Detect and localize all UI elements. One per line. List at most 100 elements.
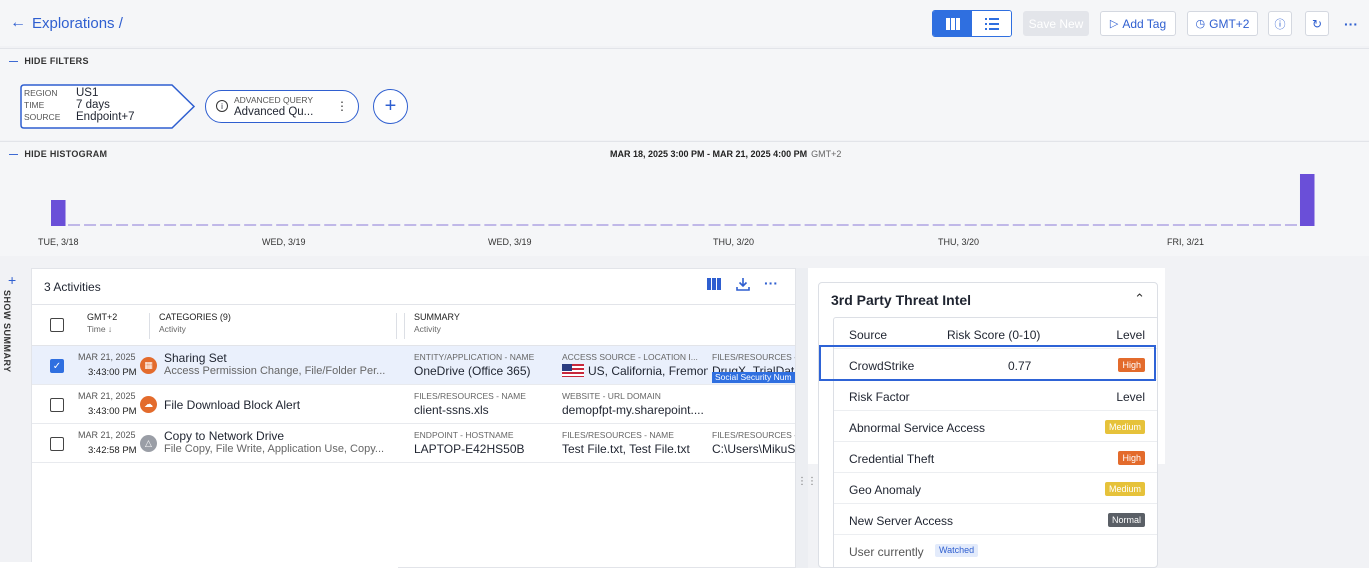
cell-value: Test File.txt, Test File.txt xyxy=(562,442,690,456)
timezone-button[interactable]: ◷ GMT+2 xyxy=(1187,11,1258,36)
network-icon: △ xyxy=(140,435,157,452)
cell-label: ENDPOINT - HOSTNAME xyxy=(414,430,514,440)
histogram-tick: WED, 3/19 xyxy=(262,237,306,247)
advanced-query-label: ADVANCED QUERY xyxy=(234,95,314,105)
row-time: 3:43:00 PM xyxy=(88,406,137,417)
histogram-bar[interactable] xyxy=(51,200,66,226)
back-arrow-icon[interactable]: ← xyxy=(10,14,26,32)
level-header: Level xyxy=(1116,328,1145,342)
table-row[interactable]: ✓ MAR 21, 2025 3:43:00 PM ▦ Sharing Set … xyxy=(32,346,795,385)
cloud-alert-icon: ☁ xyxy=(140,396,157,413)
refresh-button[interactable]: ↻ xyxy=(1305,11,1329,36)
add-tag-button[interactable]: ▷ Add Tag xyxy=(1100,11,1176,36)
chevron-up-icon[interactable]: ⌃ xyxy=(1134,291,1145,307)
risk-factor-row: Abnormal Service Access Medium xyxy=(834,411,1157,442)
risk-factor-header: Risk Factor Level xyxy=(834,380,1157,411)
advanced-query-pill[interactable]: i ADVANCED QUERY Advanced Qu... ⋮ xyxy=(205,90,359,123)
top-bar: ← Explorations / Save New ▷ Add Tag ◷ GM… xyxy=(0,0,1369,46)
table-header: GMT+2 Time ↓ CATEGORIES (9) Activity SUM… xyxy=(32,305,795,346)
activities-panel: 3 Activities ··· GMT+2 Time ↓ CATEGORIES… xyxy=(31,268,796,568)
drag-handle-icon[interactable]: ⋮⋮ xyxy=(797,476,817,487)
time-column-tz: GMT+2 xyxy=(87,312,118,322)
table-row[interactable]: MAR 21, 2025 3:43:00 PM ☁ File Download … xyxy=(32,385,795,424)
summary-cell: ENDPOINT - HOSTNAME LAPTOP-E42HS50B xyxy=(414,430,556,456)
columns-icon[interactable] xyxy=(707,278,721,293)
cell-label: FILES/RESOURCES - xyxy=(712,430,796,440)
cell-value: OneDrive (Office 365) xyxy=(414,364,531,378)
histogram-chart[interactable] xyxy=(0,142,1369,257)
cell-value: C:\Users\MikuSu xyxy=(712,442,796,456)
breadcrumb-label[interactable]: Explorations / xyxy=(32,15,123,32)
timezone-label: GMT+2 xyxy=(1209,16,1250,31)
summary-column-header[interactable]: SUMMARY Activity xyxy=(414,312,460,334)
table-row[interactable]: MAR 21, 2025 3:42:58 PM △ Copy to Networ… xyxy=(32,424,795,463)
advanced-query-value: Advanced Qu... xyxy=(234,106,314,118)
add-tag-label: Add Tag xyxy=(1122,16,1167,31)
categories-column-sub: Activity xyxy=(159,324,186,334)
download-icon[interactable] xyxy=(736,277,750,294)
cell-value: LAPTOP-E42HS50B xyxy=(414,442,525,456)
view-toggle[interactable] xyxy=(932,10,1012,37)
expand-icon[interactable]: + xyxy=(8,272,16,288)
more-menu-button[interactable]: ··· xyxy=(1341,11,1361,36)
filter-value: Endpoint+7 xyxy=(76,111,135,123)
breadcrumb[interactable]: ← Explorations / xyxy=(10,14,123,32)
row-title: File Download Block Alert xyxy=(164,398,301,412)
threat-intel-card: 3rd Party Threat Intel ⌃ Source Risk Sco… xyxy=(818,282,1158,568)
plus-icon: + xyxy=(384,95,397,117)
categories-column-header[interactable]: CATEGORIES (9) Activity xyxy=(159,312,231,334)
summary-cell: ACCESS SOURCE - LOCATION I... US, Califo… xyxy=(562,352,708,378)
cell-label: FILES/RESOURCES - NAME xyxy=(562,430,674,440)
select-all-checkbox[interactable] xyxy=(50,318,64,332)
histogram-bar[interactable] xyxy=(1299,174,1315,226)
cell-label: WEBSITE - URL DOMAIN xyxy=(562,391,661,401)
filter-region: REGION US1 xyxy=(24,87,135,99)
risk-score-header: Risk Score (0-10) xyxy=(947,328,1041,342)
cell-label: FILES/RESOURCES - NAME xyxy=(414,391,526,401)
time-column-label: Time ↓ xyxy=(87,324,113,334)
risk-factor-name: Credential Theft xyxy=(849,452,935,466)
clock-icon: ◷ xyxy=(1195,18,1206,30)
info-icon: ⓘ xyxy=(1274,18,1286,31)
watched-badge: Watched xyxy=(935,544,979,557)
show-summary-tab[interactable]: + SHOW SUMMARY xyxy=(0,268,28,568)
row-subtitle: Access Permission Change, File/Folder Pe… xyxy=(164,365,386,377)
histogram-tick: TUE, 3/18 xyxy=(38,237,79,247)
time-column-header[interactable]: GMT+2 Time ↓ xyxy=(87,312,117,334)
columns-view-icon[interactable] xyxy=(933,11,972,36)
row-date: MAR 21, 2025 xyxy=(78,391,136,401)
cell-label: ENTITY/APPLICATION - NAME xyxy=(414,352,535,362)
row-time: 3:43:00 PM xyxy=(88,367,137,378)
panel-splitter[interactable]: ⋮⋮ xyxy=(796,268,817,568)
list-view-icon[interactable] xyxy=(972,11,1011,36)
info-button[interactable]: ⓘ xyxy=(1268,11,1292,36)
column-divider xyxy=(396,313,397,339)
level-badge: Medium xyxy=(1104,420,1145,434)
summary-cell: FILES/RESOURCES - NAME client-ssns.xls xyxy=(414,391,556,417)
row-checkbox[interactable] xyxy=(50,437,64,451)
filter-key: REGION xyxy=(24,88,58,98)
row-checkbox[interactable]: ✓ xyxy=(50,359,64,373)
row-title: Copy to Network Drive xyxy=(164,429,285,443)
cell-label: FILES/RESOURCES - xyxy=(712,352,796,362)
summary-cell: FILES/RESOURCES - NAME Test File.txt, Te… xyxy=(562,430,708,456)
scope-filter-pill[interactable]: REGION US1 TIME 7 days SOURCE Endpoint+7 xyxy=(20,84,196,129)
add-filter-button[interactable]: + xyxy=(373,89,408,124)
more-icon: ··· xyxy=(1344,15,1358,32)
row-checkbox[interactable] xyxy=(50,398,64,412)
filter-value: 7 days xyxy=(76,99,110,111)
risk-factor-label: Risk Factor xyxy=(849,390,910,404)
filter-source: SOURCE Endpoint+7 xyxy=(24,111,135,123)
data-tag-badge[interactable]: Social Security Num xyxy=(712,372,795,383)
hide-filters-toggle[interactable]: — HIDE FILTERS xyxy=(9,56,89,66)
histogram-panel: — HIDE HISTOGRAM MAR 18, 2025 3:00 PM - … xyxy=(0,141,1369,256)
more-icon[interactable]: ··· xyxy=(764,275,778,291)
save-new-button[interactable]: Save New xyxy=(1023,11,1089,36)
risk-factor-row: Geo Anomaly Medium xyxy=(834,473,1157,504)
level-badge: High xyxy=(1118,451,1145,465)
kebab-menu-icon[interactable]: ⋮ xyxy=(336,99,348,113)
risk-factor-name: Geo Anomaly xyxy=(849,483,922,497)
cell-value: demopfpt-my.sharepoint.... xyxy=(562,403,704,417)
level-badge: Medium xyxy=(1104,482,1145,496)
collapse-icon: — xyxy=(9,56,19,66)
